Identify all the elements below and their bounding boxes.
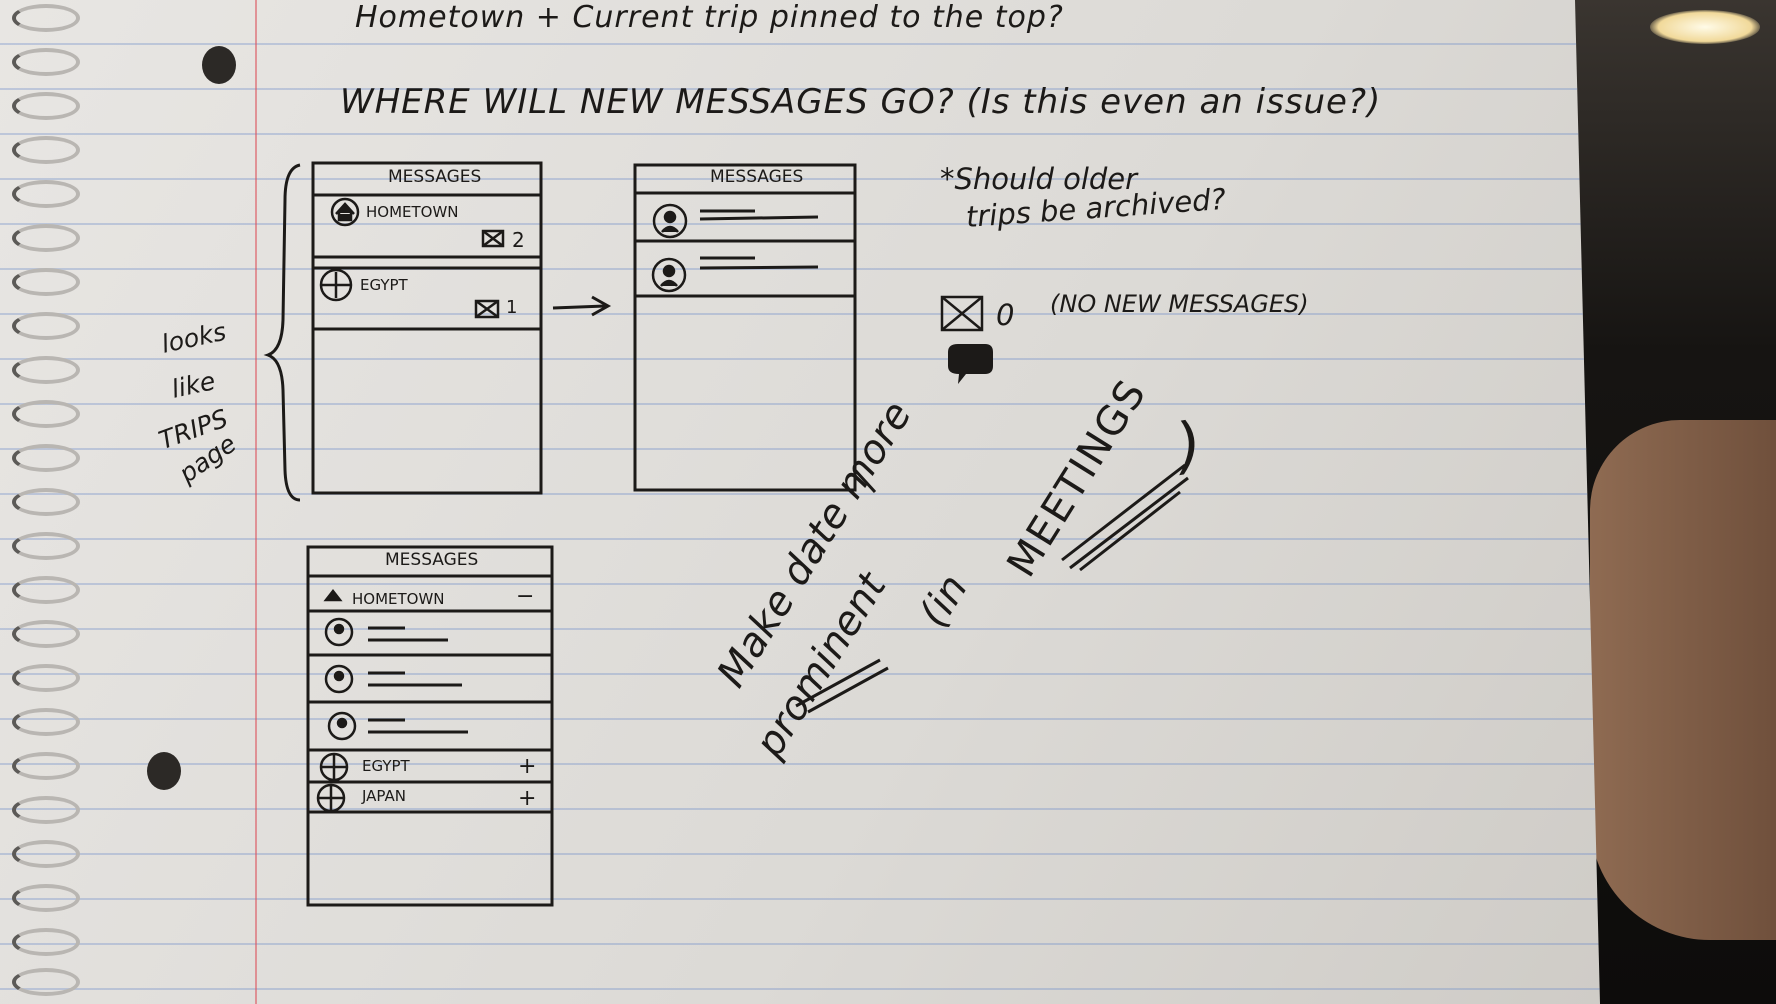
sketch-a-title: MESSAGES	[388, 167, 482, 187]
sketch-lines	[263, 161, 1189, 907]
sketch-b-title: MESSAGES	[710, 167, 804, 187]
no-new-count: 0	[996, 298, 1015, 332]
chat-bubble-icon	[948, 344, 993, 384]
house-icon	[330, 197, 360, 227]
sketch-c-egypt-toggle: +	[518, 754, 537, 779]
sketch-c-japan-toggle: +	[518, 786, 537, 811]
sketch-a-row-hometown: HOMETOWN	[366, 203, 459, 221]
person-arm	[1590, 420, 1776, 940]
plane-icon	[319, 268, 353, 302]
sketch-a-row-egypt: EGYPT	[360, 276, 408, 294]
question-note: WHERE WILL NEW MESSAGES GO? (Is this eve…	[340, 82, 1382, 122]
sketch-c-hometown-toggle: −	[516, 584, 535, 609]
mail-icon	[474, 229, 984, 332]
sketch-c-japan: JAPAN	[362, 787, 406, 805]
notebook-page: Hometown + Current trip pinned to the to…	[0, 0, 1600, 1004]
sketch-c-hometown: HOMETOWN	[352, 590, 445, 608]
photo-scene: Hometown + Current trip pinned to the to…	[0, 0, 1776, 1004]
lamp-glow	[1650, 10, 1760, 44]
sketch-c-egypt: EGYPT	[362, 757, 410, 775]
sketch-a-row-hometown-count: 2	[512, 228, 525, 252]
sketch-c-title: MESSAGES	[385, 550, 479, 570]
sketch-a-row-egypt-count: 1	[506, 297, 518, 318]
top-note: Hometown + Current trip pinned to the to…	[355, 0, 1064, 35]
no-new-label: (NO NEW MESSAGES)	[1050, 290, 1309, 318]
